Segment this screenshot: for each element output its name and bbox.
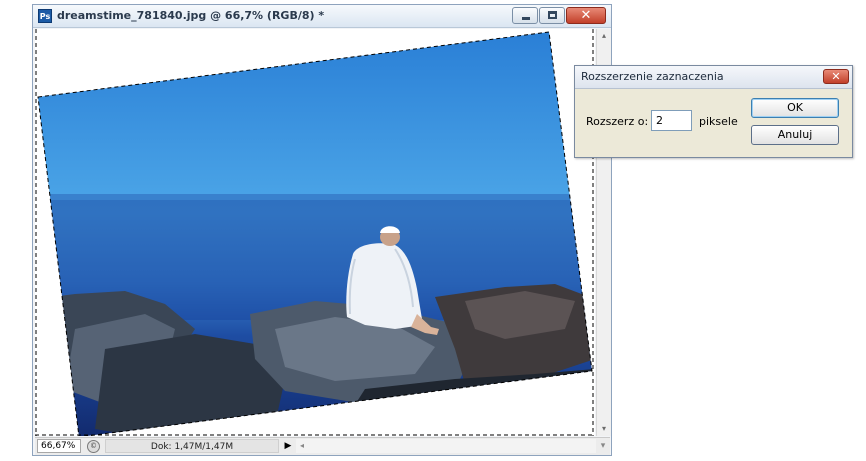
status-info-icon[interactable]: © — [87, 440, 100, 453]
document-titlebar[interactable]: Ps dreamstime_781840.jpg @ 66,7% (RGB/8)… — [33, 5, 611, 28]
resize-grip-icon[interactable]: ▾ — [597, 440, 609, 452]
close-button[interactable]: ✕ — [566, 7, 606, 24]
dialog-close-button[interactable]: ✕ — [823, 69, 849, 84]
photoshop-app-icon: Ps — [38, 9, 52, 23]
minimize-icon — [522, 17, 530, 20]
image-canvas[interactable] — [35, 29, 595, 436]
scroll-down-icon[interactable]: ▾ — [597, 422, 611, 436]
expand-selection-dialog: Rozszerzenie zaznaczenia ✕ Rozszerz o: p… — [574, 65, 853, 158]
scroll-left-icon[interactable]: ◂ — [296, 439, 308, 453]
status-bar: 66,67% © Dok: 1,47M/1,47M ▶ ◂ ▾ — [35, 437, 610, 455]
document-title: dreamstime_781840.jpg @ 66,7% (RGB/8) * — [57, 9, 325, 22]
expand-by-label: Rozszerz o: — [586, 115, 649, 128]
status-menu-arrow-icon[interactable]: ▶ — [282, 439, 294, 453]
maximize-button[interactable] — [539, 7, 565, 24]
horizontal-scrollbar[interactable]: ◂ — [296, 439, 596, 453]
ok-button[interactable]: OK — [751, 98, 839, 118]
close-icon: ✕ — [580, 8, 592, 23]
dialog-title: Rozszerzenie zaznaczenia — [581, 70, 724, 83]
rotated-photo — [35, 29, 595, 436]
minimize-button[interactable] — [512, 7, 538, 24]
expand-by-input[interactable] — [651, 110, 692, 131]
document-size-info: Dok: 1,47M/1,47M — [105, 439, 279, 453]
zoom-level-field[interactable]: 66,67% — [37, 439, 81, 453]
dialog-titlebar[interactable]: Rozszerzenie zaznaczenia ✕ — [575, 66, 852, 89]
scroll-up-icon[interactable]: ▴ — [597, 29, 611, 43]
cancel-button[interactable]: Anuluj — [751, 125, 839, 145]
maximize-icon — [548, 11, 557, 19]
document-window: Ps dreamstime_781840.jpg @ 66,7% (RGB/8)… — [32, 4, 612, 456]
unit-label: piksele — [699, 115, 738, 128]
